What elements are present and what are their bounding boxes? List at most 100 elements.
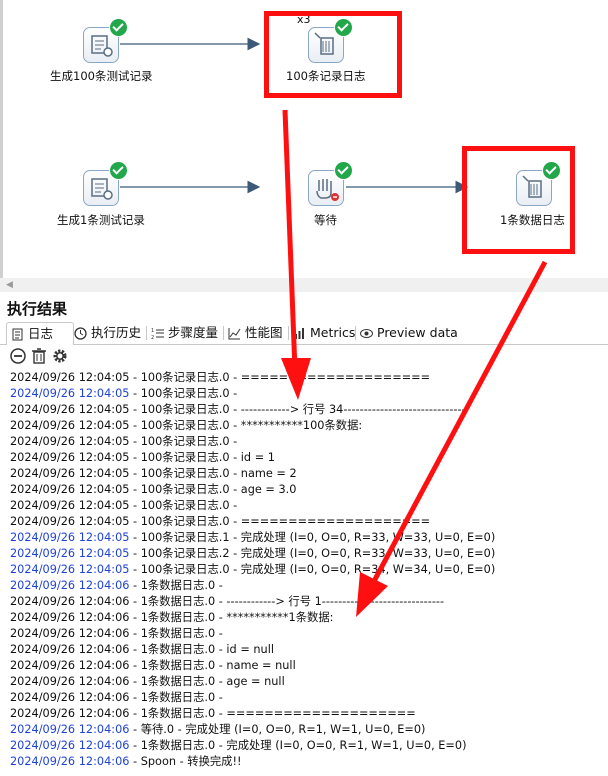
log-message: - 1条数据日志.0 - ==================== — [129, 707, 416, 720]
log-message: - 100条记录日志.0 - ------------> 行号 34------… — [129, 403, 466, 416]
results-tab-bar: 日志 执行历史 12 步骤度量 性能图 Metrics Preview data — [0, 322, 608, 345]
success-check-icon — [334, 161, 353, 180]
log-line: 2024/09/26 12:04:05 - 100条记录日志.0 - — [10, 498, 608, 514]
log-line: 2024/09/26 12:04:05 - 100条记录日志.2 - 完成处理 … — [10, 546, 608, 562]
log-message: - 100条记录日志.0 - — [129, 387, 241, 400]
log-timestamp: 2024/09/26 12:04:05 — [10, 371, 130, 384]
log-timestamp: 2024/09/26 12:04:06 — [10, 723, 130, 736]
log-timestamp: 2024/09/26 12:04:06 — [10, 627, 130, 640]
log-message: - 100条记录日志.0 - 完成处理 (I=0, O=0, R=34, W=3… — [129, 563, 496, 576]
log-output[interactable]: 2024/09/26 12:04:05 - 100条记录日志.0 - =====… — [10, 370, 608, 770]
tab-performance[interactable]: 性能图 — [228, 322, 283, 344]
log-timestamp: 2024/09/26 12:04:06 — [10, 707, 130, 720]
log-timestamp: 2024/09/26 12:04:06 — [10, 739, 130, 752]
log-message: - 100条记录日志.0 - id = 1 — [129, 451, 275, 464]
step-label: 生成1条测试记录 — [57, 213, 145, 227]
log-message: - 100条记录日志.0 - name = 2 — [129, 467, 297, 480]
tab-label: 日志 — [28, 326, 54, 341]
tab-label: Preview data — [377, 325, 458, 340]
panel-title: 执行结果 — [7, 300, 68, 318]
tab-label: Metrics — [310, 325, 356, 340]
log-timestamp: 2024/09/26 12:04:05 — [10, 467, 130, 480]
log-message: - Spoon - 转换完成!! — [129, 755, 242, 768]
log-timestamp: 2024/09/26 12:04:05 — [10, 387, 130, 400]
transformation-canvas[interactable]: 生成100条测试记录 x3 100条记录日志 生成1条测试记录 等待 1条数据日… — [0, 0, 608, 278]
trash-icon[interactable] — [31, 348, 47, 364]
log-timestamp: 2024/09/26 12:04:06 — [10, 691, 130, 704]
log-line: 2024/09/26 12:04:06 - 1条数据日志.0 - age = n… — [10, 674, 608, 690]
log-line: 2024/09/26 12:04:05 - 100条记录日志.0 - — [10, 434, 608, 450]
log-timestamp: 2024/09/26 12:04:06 — [10, 643, 130, 656]
log-line: 2024/09/26 12:04:05 - 100条记录日志.0 - =====… — [10, 370, 608, 386]
tab-label: 步骤度量 — [168, 325, 219, 340]
step-generate-1[interactable] — [83, 161, 128, 206]
tab-metrics[interactable]: Metrics — [293, 322, 355, 344]
svg-text:2: 2 — [151, 335, 154, 340]
log-line: 2024/09/26 12:04:05 - 100条记录日志.0 - =====… — [10, 514, 608, 530]
log-message: - 1条数据日志.0 - name = null — [129, 659, 296, 672]
tab-separator — [288, 326, 289, 340]
tab-preview-data[interactable]: Preview data — [360, 322, 458, 344]
log-timestamp: 2024/09/26 12:04:05 — [10, 403, 130, 416]
metrics-icon — [295, 327, 304, 339]
gear-icon[interactable] — [52, 348, 68, 364]
log-line: 2024/09/26 12:04:06 - Spoon - 转换完成!! — [10, 754, 608, 770]
step-metrics-icon: 12 — [151, 328, 164, 340]
log-timestamp: 2024/09/26 12:04:06 — [10, 659, 130, 672]
log-timestamp: 2024/09/26 12:04:06 — [10, 595, 130, 608]
scroll-left-icon[interactable]: ◀ — [6, 278, 13, 292]
log-message: - 1条数据日志.0 - ------------> 行号 1---------… — [129, 595, 445, 608]
log-line: 2024/09/26 12:04:06 - 1条数据日志.0 - — [10, 690, 608, 706]
tab-log[interactable]: 日志 — [6, 322, 74, 345]
log-message: - 1条数据日志.0 - age = null — [129, 675, 285, 688]
log-message: - 100条记录日志.0 - ***********100条数据: — [129, 419, 363, 432]
log-line: 2024/09/26 12:04:06 - 1条数据日志.0 - name = … — [10, 658, 608, 674]
log-line: 2024/09/26 12:04:05 - 100条记录日志.0 - id = … — [10, 450, 608, 466]
svg-text:1: 1 — [151, 328, 154, 334]
log-timestamp: 2024/09/26 12:04:05 — [10, 451, 130, 464]
log-timestamp: 2024/09/26 12:04:05 — [10, 515, 130, 528]
tab-history[interactable]: 执行历史 — [74, 322, 141, 344]
log-line: 2024/09/26 12:04:05 - 100条记录日志.1 - 完成处理 … — [10, 530, 608, 546]
tab-separator — [355, 326, 356, 340]
log-line: 2024/09/26 12:04:05 - 100条记录日志.0 - name … — [10, 466, 608, 482]
log-message: - 等待.0 - 完成处理 (I=0, O=0, R=1, W=1, U=0, … — [129, 723, 426, 736]
log-line: 2024/09/26 12:04:06 - 1条数据日志.0 - id = nu… — [10, 642, 608, 658]
log-line: 2024/09/26 12:04:05 - 100条记录日志.0 - 完成处理 … — [10, 562, 608, 578]
log-message: - 1条数据日志.0 - — [129, 691, 227, 704]
log-timestamp: 2024/09/26 12:04:05 — [10, 483, 130, 496]
step-wait[interactable] — [308, 161, 353, 206]
log-message: - 1条数据日志.0 - 完成处理 (I=0, O=0, R=1, W=1, U… — [129, 739, 467, 752]
tab-separator — [223, 326, 224, 340]
log-line: 2024/09/26 12:04:06 - 等待.0 - 完成处理 (I=0, … — [10, 722, 608, 738]
success-check-icon — [109, 18, 128, 37]
highlight-box-1-log — [462, 146, 575, 254]
log-doc-icon — [12, 328, 23, 340]
log-message: - 1条数据日志.0 - — [129, 579, 227, 592]
success-check-icon — [109, 161, 128, 180]
log-line: 2024/09/26 12:04:06 - 1条数据日志.0 - — [10, 626, 608, 642]
tab-separator — [146, 326, 147, 340]
log-timestamp: 2024/09/26 12:04:05 — [10, 563, 130, 576]
log-timestamp: 2024/09/26 12:04:05 — [10, 499, 130, 512]
log-line: 2024/09/26 12:04:05 - 100条记录日志.0 - -----… — [10, 402, 608, 418]
log-line: 2024/09/26 12:04:06 - 1条数据日志.0 - — [10, 578, 608, 594]
stop-icon[interactable] — [10, 348, 26, 364]
chart-icon — [228, 327, 241, 339]
log-line: 2024/09/26 12:04:06 - 1条数据日志.0 - -------… — [10, 594, 608, 610]
log-timestamp: 2024/09/26 12:04:06 — [10, 611, 130, 624]
log-message: - 100条记录日志.0 - — [129, 499, 241, 512]
step-label: 等待 — [314, 213, 337, 227]
log-line: 2024/09/26 12:04:05 - 100条记录日志.0 - age =… — [10, 482, 608, 498]
eye-icon — [360, 328, 373, 338]
log-line: 2024/09/26 12:04:05 - 100条记录日志.0 - *****… — [10, 418, 608, 434]
log-message: - 100条记录日志.2 - 完成处理 (I=0, O=0, R=33, W=3… — [129, 547, 496, 560]
log-timestamp: 2024/09/26 12:04:06 — [10, 579, 130, 592]
tab-step-metrics[interactable]: 12 步骤度量 — [151, 322, 218, 344]
log-message: - 100条记录日志.0 - — [129, 435, 241, 448]
step-generate-100[interactable] — [83, 18, 128, 63]
canvas-horizontal-scrollbar[interactable]: ◀ — [0, 278, 608, 292]
tab-label: 执行历史 — [91, 325, 142, 340]
tab-label: 性能图 — [245, 325, 283, 340]
log-line: 2024/09/26 12:04:05 - 100条记录日志.0 - — [10, 386, 608, 402]
